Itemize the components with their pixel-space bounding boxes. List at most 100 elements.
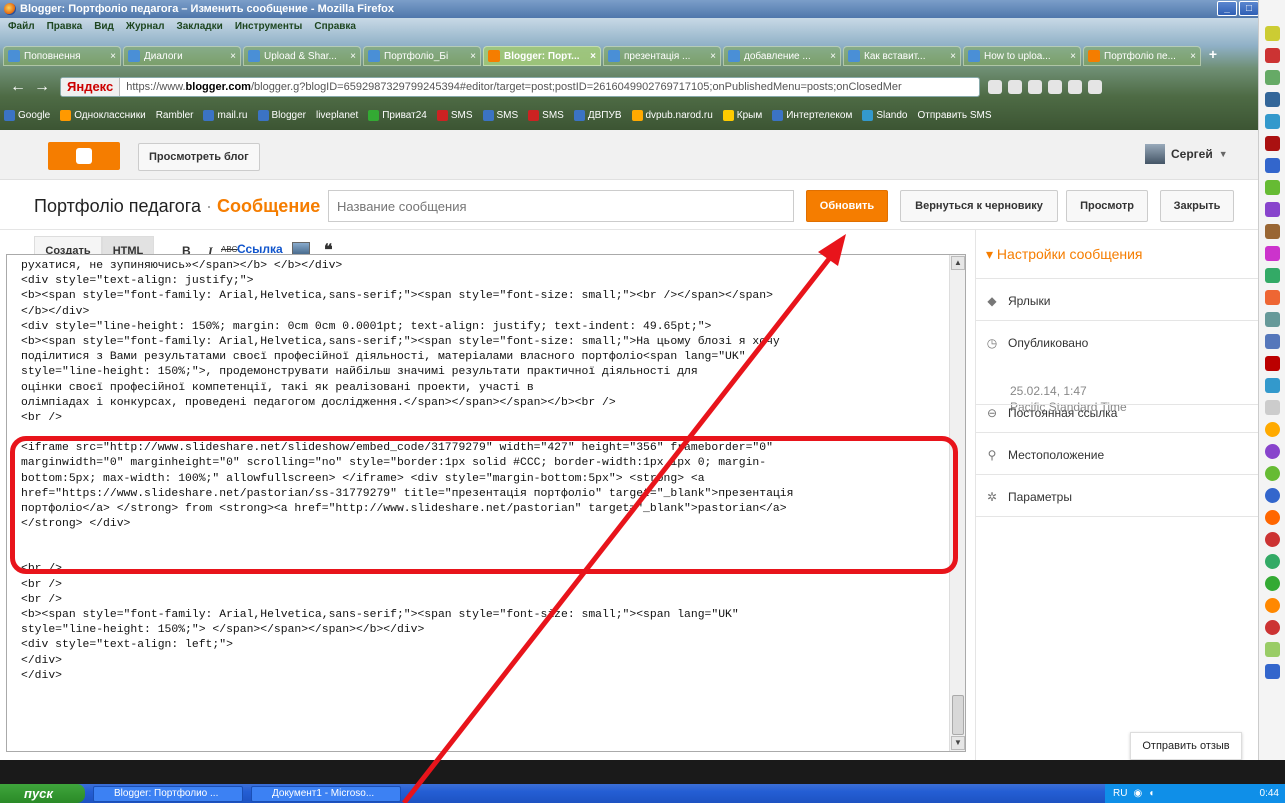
menu-file[interactable]: Файл (8, 21, 35, 32)
bookmark-item[interactable]: SMS (528, 109, 564, 121)
save-icon[interactable] (1265, 664, 1280, 679)
new-tab-button[interactable]: + (1203, 46, 1223, 64)
toolbar-icon[interactable] (1265, 466, 1280, 481)
addon-icon[interactable] (1028, 80, 1042, 94)
back-arrow-icon[interactable]: ← (6, 78, 30, 96)
toolbar-icon[interactable] (1265, 224, 1280, 239)
mail-icon[interactable] (988, 80, 1002, 94)
tab-3[interactable]: Upload & Shar... × (243, 46, 361, 66)
toolbar-icon[interactable] (1265, 554, 1280, 569)
bookmark-item[interactable]: Приват24 (368, 109, 427, 121)
preview-button[interactable]: Просмотр (1066, 190, 1148, 222)
html-editor-textarea[interactable]: рухатися, не зупиняючись»</span></b> </b… (6, 254, 966, 752)
address-bar[interactable]: Яндекс https://www.blogger.com/blogger.g… (60, 77, 980, 97)
tab-8[interactable]: Как вставит... × (843, 46, 961, 66)
menu-edit[interactable]: Правка (47, 21, 83, 32)
tab-10[interactable]: Портфоліо пе... × (1083, 46, 1201, 66)
send-feedback-button[interactable]: Отправить отзыв (1130, 732, 1242, 760)
tab-2[interactable]: Диалоги × (123, 46, 241, 66)
toolbar-icon[interactable] (1265, 114, 1280, 129)
bookmark-item[interactable]: Rambler (156, 110, 194, 121)
download-icon[interactable] (1088, 80, 1102, 94)
menu-help[interactable]: Справка (314, 21, 356, 32)
start-button[interactable]: пуск (0, 784, 85, 803)
toolbar-icon[interactable] (1265, 92, 1280, 107)
toolbar-icon[interactable] (1265, 180, 1280, 195)
toolbar-icon[interactable] (1265, 136, 1280, 151)
toolbar-icon[interactable] (1265, 356, 1280, 371)
close-tab-icon[interactable]: × (470, 51, 476, 62)
blogger-logo[interactable] (48, 142, 120, 170)
bookmark-item[interactable]: Крым (722, 109, 762, 121)
toolbar-icon[interactable] (1265, 620, 1280, 635)
toolbar-icon[interactable] (1265, 488, 1280, 503)
bookmark-item[interactable]: Интертелеком (772, 109, 852, 121)
url-text[interactable]: https://www.blogger.com/blogger.g?blogID… (120, 81, 901, 93)
bookmark-item[interactable]: Google (4, 109, 50, 121)
permalink-item[interactable]: ⊖ Постоянная ссылка (986, 406, 1117, 420)
bookmark-item[interactable]: liveplanet (316, 110, 358, 121)
menu-tools[interactable]: Инструменты (235, 21, 303, 32)
forward-arrow-icon[interactable]: → (30, 78, 54, 96)
toolbar-icon[interactable] (1265, 642, 1280, 657)
menu-history[interactable]: Журнал (126, 21, 165, 32)
menu-bookmarks[interactable]: Закладки (176, 21, 222, 32)
toolbar-icon[interactable] (1265, 510, 1280, 525)
close-tab-icon[interactable]: × (710, 51, 716, 62)
scroll-down-icon[interactable]: ▼ (951, 736, 965, 750)
tab-9[interactable]: How to uploa... × (963, 46, 1081, 66)
close-tab-icon[interactable]: × (350, 51, 356, 62)
update-button[interactable]: Обновить (806, 190, 888, 222)
close-tab-icon[interactable]: × (1070, 51, 1076, 62)
close-tab-icon[interactable]: × (950, 51, 956, 62)
toolbar-icon[interactable] (1265, 576, 1280, 591)
bookmark-item[interactable]: Slando (862, 109, 907, 121)
tab-6[interactable]: презентація ... × (603, 46, 721, 66)
post-settings-heading[interactable]: ▾ Настройки сообщения (986, 246, 1143, 263)
toolbar-icon[interactable] (1265, 444, 1280, 459)
close-tab-icon[interactable]: × (1190, 51, 1196, 62)
close-tab-icon[interactable]: × (230, 51, 236, 62)
toolbar-icon[interactable] (1265, 312, 1280, 327)
minimize-button[interactable]: _ (1217, 1, 1237, 16)
close-tab-icon[interactable]: × (830, 51, 836, 62)
bookmark-item[interactable]: Отправить SMS (917, 110, 991, 121)
toolbar-icon[interactable] (1265, 48, 1280, 63)
toolbar-icon[interactable] (1265, 334, 1280, 349)
scroll-thumb[interactable] (952, 695, 964, 735)
toolbar-icon[interactable] (1265, 598, 1280, 613)
taskbar-item-word[interactable]: Документ1 - Microso... (251, 785, 401, 802)
toolbar-icon[interactable] (1265, 268, 1280, 283)
taskbar-item-firefox[interactable]: Blogger: Портфолио ... (93, 785, 243, 802)
toolbar-icon[interactable] (1265, 400, 1280, 415)
volume-icon[interactable]: ◖ (1148, 788, 1154, 799)
addon-icon[interactable] (1008, 80, 1022, 94)
toolbar-icon[interactable] (1265, 422, 1280, 437)
options-item[interactable]: ✲ Параметры (986, 490, 1072, 504)
yandex-search-label[interactable]: Яндекс (61, 78, 121, 96)
labels-item[interactable]: ◆ Ярлыки (986, 294, 1050, 308)
close-button[interactable]: Закрыть (1160, 190, 1234, 222)
bookmark-item[interactable]: dvpub.narod.ru (631, 109, 713, 121)
toolbar-icon[interactable] (1265, 378, 1280, 393)
toolbar-icon[interactable] (1265, 532, 1280, 547)
toolbar-icon[interactable] (1265, 290, 1280, 305)
view-blog-button[interactable]: Просмотреть блог (138, 143, 260, 171)
language-indicator[interactable]: RU (1113, 788, 1127, 799)
location-item[interactable]: ⚲ Местоположение (986, 448, 1105, 462)
maximize-button[interactable]: □ (1239, 1, 1259, 16)
toolbar-icon[interactable] (1265, 246, 1280, 261)
bookmark-item[interactable]: SMS (436, 109, 473, 121)
user-menu[interactable]: Сергей ▼ (1145, 144, 1228, 164)
tab-4[interactable]: Портфоліо_Бі × (363, 46, 481, 66)
network-icon[interactable]: ◉ (1133, 788, 1142, 799)
bookmark-item[interactable]: Одноклассники (60, 109, 146, 121)
tab-5-active[interactable]: Blogger: Порт... × (483, 46, 601, 66)
toolbar-icon[interactable] (1265, 202, 1280, 217)
editor-scrollbar[interactable]: ▲ ▼ (949, 255, 965, 751)
addon-icon[interactable] (1068, 80, 1082, 94)
tab-7[interactable]: добавление ... × (723, 46, 841, 66)
scroll-up-icon[interactable]: ▲ (951, 256, 965, 270)
bookmark-item[interactable]: SMS (482, 109, 518, 121)
toolbar-icon[interactable] (1265, 158, 1280, 173)
